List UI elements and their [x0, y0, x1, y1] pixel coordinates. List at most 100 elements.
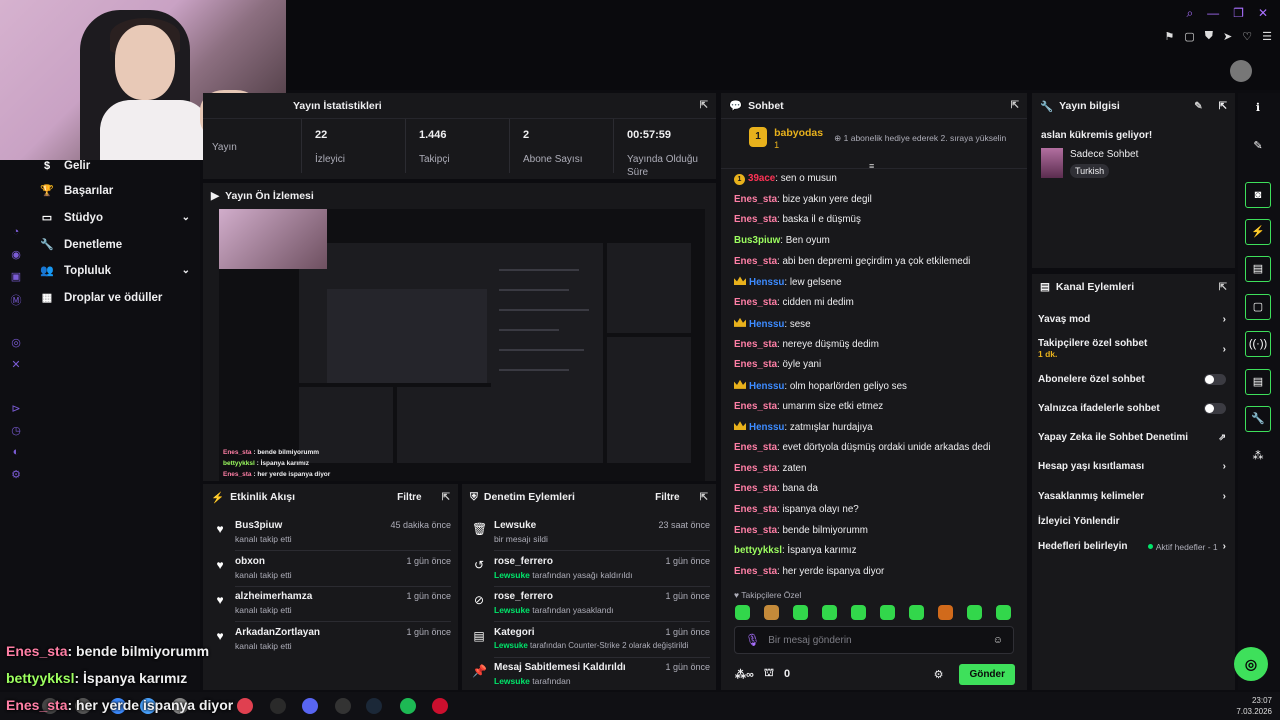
popout-icon[interactable]: ⇱: [1219, 101, 1227, 112]
shield-icon[interactable]: ⛊: [1205, 30, 1213, 43]
maximize-icon[interactable]: ❐: [1233, 6, 1244, 21]
chat-message[interactable]: Enes_sta: cidden mi dedim: [734, 297, 1024, 318]
emote-icon[interactable]: [764, 605, 779, 620]
chat-message[interactable]: Enes_sta: evet dörtyola düşmüş ordaki un…: [734, 442, 1024, 463]
chat-message[interactable]: Enes_sta: baska il e düşmüş: [734, 214, 1024, 235]
x-icon[interactable]: ✕: [6, 358, 26, 380]
epic-icon[interactable]: [335, 698, 351, 714]
edit-icon[interactable]: ✎: [1245, 139, 1271, 159]
opera-icon[interactable]: [432, 698, 448, 714]
account-age-row[interactable]: Hesap yaşı kısıtlaması ›: [1038, 461, 1226, 472]
mic-icon[interactable]: 🎙: [745, 633, 760, 647]
play-icon[interactable]: ⊳: [6, 402, 26, 424]
chat-input[interactable]: 🎙 Bir mesaj gönderin ☺: [734, 626, 1014, 654]
emote-icon[interactable]: [851, 605, 866, 620]
raid-row[interactable]: İzleyici Yönlendir: [1038, 516, 1226, 527]
emote-icon[interactable]: [909, 605, 924, 620]
emote-icon[interactable]: [996, 605, 1011, 620]
slow-mode-row[interactable]: Yavaş mod ›: [1038, 314, 1226, 325]
chat-message[interactable]: 1 39ace: sen o musun: [734, 173, 1024, 194]
chat-message[interactable]: Henssu: zatmışlar hurdajıya: [734, 421, 1024, 442]
subscribers-only-row[interactable]: Abonelere özel sohbet: [1038, 374, 1226, 385]
menu-icon[interactable]: ☰: [1262, 30, 1272, 43]
chat-username[interactable]: Enes_sta: [734, 359, 777, 370]
chat-username[interactable]: 39ace: [748, 173, 775, 184]
wrench-icon[interactable]: 🔧: [1245, 406, 1271, 432]
steam-icon[interactable]: [366, 698, 382, 714]
close-icon[interactable]: ✕: [1258, 6, 1268, 21]
chat-username[interactable]: Enes_sta: [734, 525, 777, 536]
channel-icon[interactable]: ▤: [1245, 369, 1271, 395]
send-button[interactable]: Gönder: [959, 663, 1015, 685]
emote-icon[interactable]: [967, 605, 982, 620]
send-icon[interactable]: ➤: [1223, 30, 1232, 43]
lightning-icon[interactable]: ⚡: [1245, 219, 1271, 245]
info-icon[interactable]: ℹ: [1245, 101, 1271, 121]
chat-message[interactable]: Enes_sta: her yerde ispanya diyor: [734, 566, 1024, 587]
camera-icon[interactable]: ◙: [1245, 182, 1271, 208]
chat-message[interactable]: Henssu: lew gelsene: [734, 276, 1024, 297]
emote-icon[interactable]: [735, 605, 750, 620]
spotify-icon[interactable]: [400, 698, 416, 714]
chat-username[interactable]: Henssu: [749, 277, 784, 288]
settings-icon[interactable]: ⚙: [6, 468, 26, 490]
community-icon[interactable]: ⁂: [1245, 449, 1271, 469]
followers-only-row[interactable]: Takipçilere özel sohbet 1 dk. ›: [1038, 338, 1226, 360]
chat-username[interactable]: Enes_sta: [734, 483, 777, 494]
goals-row[interactable]: Hedefleri belirleyin Aktif hedefler - 1 ›: [1038, 541, 1226, 552]
bookmark-icon[interactable]: ⚑: [1165, 30, 1175, 43]
chat-message[interactable]: Enes_sta: umarım size etki etmez: [734, 401, 1024, 422]
popout-icon[interactable]: ⇱: [700, 492, 708, 503]
threads-icon[interactable]: ◎: [6, 336, 26, 358]
nav-item-denetleme[interactable]: 🔧 Denetleme: [40, 238, 190, 252]
discord-icon[interactable]: [302, 698, 318, 714]
chat-message[interactable]: Enes_sta: zaten: [734, 463, 1024, 484]
emote-only-row[interactable]: Yalnızca ifadelerle sohbet: [1038, 403, 1226, 414]
popout-icon[interactable]: ⇱: [1219, 282, 1227, 293]
chat-icon[interactable]: ▢: [1245, 294, 1271, 320]
chat-username[interactable]: Henssu: [749, 319, 784, 330]
history-icon[interactable]: ◔: [6, 226, 26, 248]
chat-message[interactable]: Enes_sta: bana da: [734, 483, 1024, 504]
chat-username[interactable]: Enes_sta: [734, 339, 777, 350]
minimize-icon[interactable]: —: [1207, 6, 1219, 21]
discord-icon[interactable]: ◉: [6, 248, 26, 270]
ai-moderation-row[interactable]: Yapay Zeka ile Sohbet Denetimi ⇗: [1038, 432, 1226, 443]
nav-item-topluluk[interactable]: 👥 Topluluk ⌄: [40, 264, 190, 278]
chat-username[interactable]: Enes_sta: [734, 566, 777, 577]
emote-icon[interactable]: [822, 605, 837, 620]
broadcast-icon[interactable]: ((·)): [1245, 331, 1271, 357]
nav-item-gelir[interactable]: $ Gelir: [40, 160, 190, 172]
instagram-icon[interactable]: ▣: [6, 270, 26, 292]
chat-username[interactable]: Enes_sta: [734, 214, 777, 225]
nav-item-studyo[interactable]: ▭ Stüdyo ⌄: [40, 211, 190, 225]
popout-icon[interactable]: ⇱: [442, 492, 450, 503]
emoji-icon[interactable]: ☺: [993, 635, 1003, 646]
stream-preview-video[interactable]: Enes_sta : bende bilmiyorumm bettyykksl …: [219, 209, 705, 481]
emote-icon[interactable]: [938, 605, 953, 620]
screenshot-icon[interactable]: ▢: [1184, 30, 1194, 43]
chat-message[interactable]: bettyykksl: İspanya karımız: [734, 545, 1024, 566]
chat-message[interactable]: Enes_sta: öyle yani: [734, 359, 1024, 380]
nav-item-basarilar[interactable]: 🏆 Başarılar: [40, 184, 190, 198]
heart-icon[interactable]: ♡: [1242, 30, 1252, 43]
settings-icon[interactable]: ⚙: [934, 668, 944, 681]
avatar[interactable]: [1230, 60, 1252, 82]
filter-button[interactable]: Filtre: [655, 492, 679, 503]
chat-username[interactable]: Enes_sta: [734, 401, 777, 412]
filter-button[interactable]: Filtre: [397, 492, 421, 503]
popout-icon[interactable]: ⇱: [700, 100, 708, 111]
search-icon[interactable]: ⌕: [1186, 6, 1193, 21]
chat-message[interactable]: Enes_sta: ispanya olayı ne?: [734, 504, 1024, 525]
chat-message[interactable]: Henssu: sese: [734, 317, 1024, 339]
infinity-icon[interactable]: ⁂∞: [735, 668, 754, 681]
chat-username[interactable]: Enes_sta: [734, 504, 777, 515]
popout-icon[interactable]: ⇱: [1011, 100, 1019, 111]
chat-message[interactable]: Enes_sta: abi ben depremi geçirdim ya ço…: [734, 256, 1024, 277]
obs-icon[interactable]: [237, 698, 253, 714]
emote-icon[interactable]: [880, 605, 895, 620]
mastodon-icon[interactable]: Ⓜ: [6, 292, 26, 314]
emote-only-toggle[interactable]: [1204, 403, 1226, 414]
chat-username[interactable]: Enes_sta: [734, 256, 777, 267]
chat-message[interactable]: Bus3piuw: Ben oyum: [734, 235, 1024, 256]
